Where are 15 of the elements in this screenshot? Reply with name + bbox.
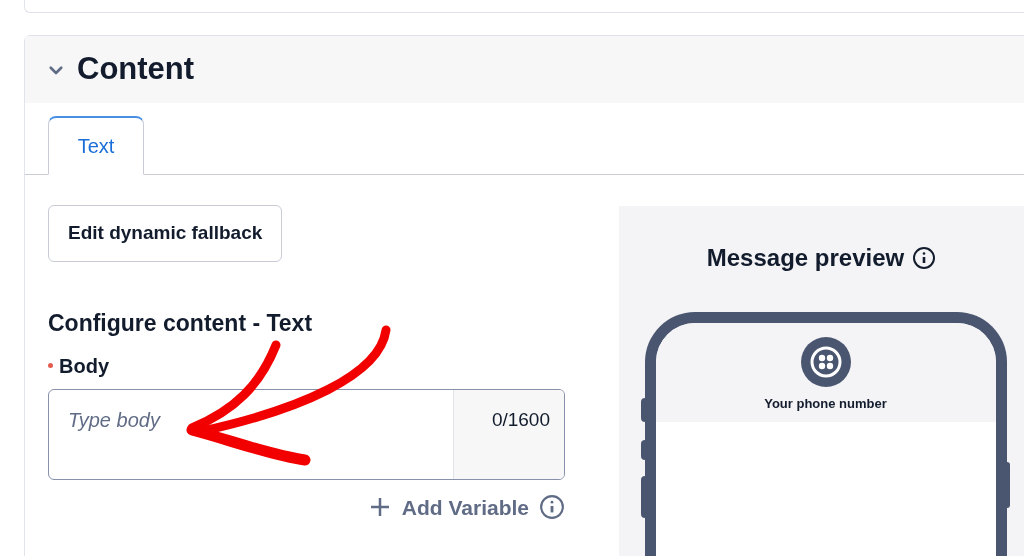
form-heading: Configure content - Text — [48, 309, 314, 338]
plus-icon — [369, 497, 390, 518]
body-input[interactable]: Type body — [49, 389, 453, 479]
section-header[interactable]: Content — [25, 36, 1024, 103]
fallback-button[interactable]: Edit dynamic fallback — [48, 205, 283, 262]
add-variable-button[interactable]: Add Variable — [369, 491, 529, 523]
preview-title: Message preview — [706, 243, 905, 273]
four-dots-icon — [800, 337, 851, 387]
field-label: Body — [59, 353, 109, 379]
section-title: Content — [77, 50, 195, 89]
tab[interactable]: Text — [48, 116, 144, 175]
body-field[interactable]: Type body 0/1600 — [48, 388, 565, 480]
phone-label: Your phone number — [764, 395, 887, 413]
character-counter: 0/1600 — [453, 389, 564, 479]
info-icon[interactable] — [912, 246, 937, 270]
